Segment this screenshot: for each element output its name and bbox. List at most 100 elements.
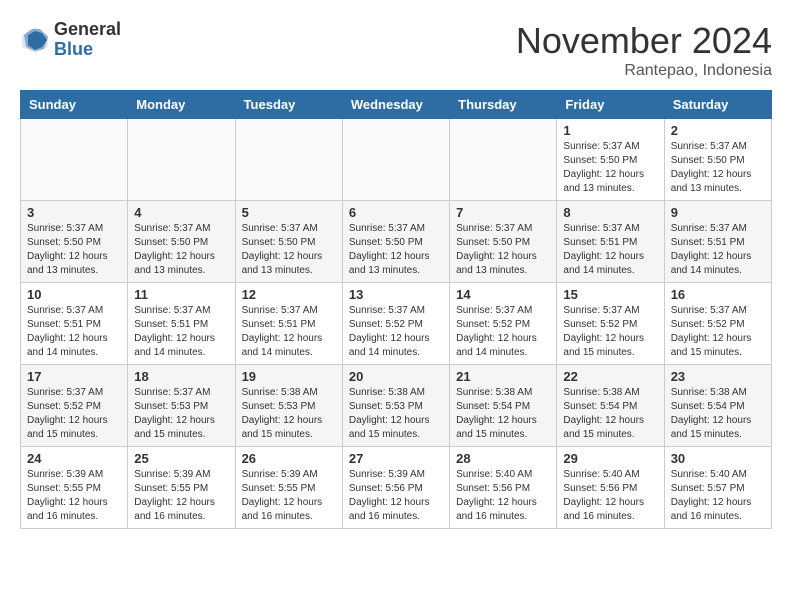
day-info: Sunrise: 5:39 AM Sunset: 5:55 PM Dayligh…	[134, 468, 228, 524]
calendar-week-row: 1 Sunrise: 5:37 AM Sunset: 5:50 PM Daylig…	[21, 119, 772, 201]
calendar-day-cell: 24 Sunrise: 5:39 AM Sunset: 5:55 PM Dayli…	[21, 447, 128, 529]
day-info: Sunrise: 5:38 AM Sunset: 5:54 PM Dayligh…	[563, 386, 657, 442]
calendar-day-cell: 23 Sunrise: 5:38 AM Sunset: 5:54 PM Dayli…	[664, 365, 771, 447]
calendar-day-cell: 9Sunrise: 5:37 AM Sunset: 5:51 PM Daylig…	[664, 201, 771, 283]
calendar-day-cell: 4 Sunrise: 5:37 AM Sunset: 5:50 PM Daylig…	[128, 201, 235, 283]
calendar-day-cell: 20 Sunrise: 5:38 AM Sunset: 5:53 PM Dayli…	[342, 365, 449, 447]
day-info: Sunrise: 5:39 AM Sunset: 5:55 PM Dayligh…	[27, 468, 121, 524]
day-number: 26	[242, 451, 336, 466]
day-info: Sunrise: 5:37 AM Sunset: 5:52 PM Dayligh…	[563, 304, 657, 360]
calendar-day-cell: 27Sunrise: 5:39 AM Sunset: 5:56 PM Dayli…	[342, 447, 449, 529]
day-number: 6	[349, 205, 443, 220]
day-number: 22	[563, 369, 657, 384]
day-info: Sunrise: 5:38 AM Sunset: 5:53 PM Dayligh…	[242, 386, 336, 442]
day-info: Sunrise: 5:37 AM Sunset: 5:51 PM Dayligh…	[27, 304, 121, 360]
day-header-wednesday: Wednesday	[342, 91, 449, 119]
calendar-day-cell: 22 Sunrise: 5:38 AM Sunset: 5:54 PM Dayli…	[557, 365, 664, 447]
title-section: November 2024 Rantepao, Indonesia	[516, 20, 772, 80]
day-number: 25	[134, 451, 228, 466]
calendar-week-row: 3 Sunrise: 5:37 AM Sunset: 5:50 PM Daylig…	[21, 201, 772, 283]
day-number: 9	[671, 205, 765, 220]
logo-general: General	[54, 20, 121, 40]
calendar-day-cell: 7 Sunrise: 5:37 AM Sunset: 5:50 PM Daylig…	[450, 201, 557, 283]
day-info: Sunrise: 5:40 AM Sunset: 5:56 PM Dayligh…	[456, 468, 550, 524]
day-number: 2	[671, 123, 765, 138]
day-number: 19	[242, 369, 336, 384]
day-header-sunday: Sunday	[21, 91, 128, 119]
month-title: November 2024	[516, 20, 772, 62]
calendar-day-cell: 11Sunrise: 5:37 AM Sunset: 5:51 PM Dayli…	[128, 283, 235, 365]
day-number: 23	[671, 369, 765, 384]
calendar-day-cell	[128, 119, 235, 201]
calendar-day-cell: 2 Sunrise: 5:37 AM Sunset: 5:50 PM Daylig…	[664, 119, 771, 201]
calendar-day-cell: 26 Sunrise: 5:39 AM Sunset: 5:55 PM Dayli…	[235, 447, 342, 529]
day-number: 21	[456, 369, 550, 384]
calendar-day-cell: 12Sunrise: 5:37 AM Sunset: 5:51 PM Dayli…	[235, 283, 342, 365]
day-info: Sunrise: 5:37 AM Sunset: 5:51 PM Dayligh…	[134, 304, 228, 360]
day-number: 3	[27, 205, 121, 220]
day-number: 28	[456, 451, 550, 466]
day-info: Sunrise: 5:37 AM Sunset: 5:52 PM Dayligh…	[456, 304, 550, 360]
calendar-week-row: 24 Sunrise: 5:39 AM Sunset: 5:55 PM Dayli…	[21, 447, 772, 529]
day-number: 1	[563, 123, 657, 138]
day-info: Sunrise: 5:37 AM Sunset: 5:52 PM Dayligh…	[349, 304, 443, 360]
calendar-day-cell: 5Sunrise: 5:37 AM Sunset: 5:50 PM Daylig…	[235, 201, 342, 283]
page-header: General Blue November 2024 Rantepao, Ind…	[20, 20, 772, 80]
day-info: Sunrise: 5:37 AM Sunset: 5:50 PM Dayligh…	[349, 222, 443, 278]
day-number: 30	[671, 451, 765, 466]
calendar-table: SundayMondayTuesdayWednesdayThursdayFrid…	[20, 90, 772, 529]
calendar-day-cell	[235, 119, 342, 201]
day-info: Sunrise: 5:37 AM Sunset: 5:50 PM Dayligh…	[134, 222, 228, 278]
calendar-week-row: 10Sunrise: 5:37 AM Sunset: 5:51 PM Dayli…	[21, 283, 772, 365]
day-number: 16	[671, 287, 765, 302]
day-number: 29	[563, 451, 657, 466]
calendar-header-row: SundayMondayTuesdayWednesdayThursdayFrid…	[21, 91, 772, 119]
calendar-day-cell: 3 Sunrise: 5:37 AM Sunset: 5:50 PM Daylig…	[21, 201, 128, 283]
day-number: 4	[134, 205, 228, 220]
day-info: Sunrise: 5:38 AM Sunset: 5:53 PM Dayligh…	[349, 386, 443, 442]
day-info: Sunrise: 5:40 AM Sunset: 5:56 PM Dayligh…	[563, 468, 657, 524]
day-number: 15	[563, 287, 657, 302]
calendar-day-cell: 25 Sunrise: 5:39 AM Sunset: 5:55 PM Dayli…	[128, 447, 235, 529]
location: Rantepao, Indonesia	[516, 62, 772, 80]
calendar-day-cell: 14 Sunrise: 5:37 AM Sunset: 5:52 PM Dayli…	[450, 283, 557, 365]
calendar-day-cell: 29 Sunrise: 5:40 AM Sunset: 5:56 PM Dayli…	[557, 447, 664, 529]
calendar-day-cell: 10Sunrise: 5:37 AM Sunset: 5:51 PM Dayli…	[21, 283, 128, 365]
calendar-day-cell: 16 Sunrise: 5:37 AM Sunset: 5:52 PM Dayli…	[664, 283, 771, 365]
day-info: Sunrise: 5:37 AM Sunset: 5:53 PM Dayligh…	[134, 386, 228, 442]
day-info: Sunrise: 5:37 AM Sunset: 5:52 PM Dayligh…	[671, 304, 765, 360]
calendar-day-cell	[342, 119, 449, 201]
calendar-day-cell: 21Sunrise: 5:38 AM Sunset: 5:54 PM Dayli…	[450, 365, 557, 447]
day-header-monday: Monday	[128, 91, 235, 119]
day-info: Sunrise: 5:37 AM Sunset: 5:50 PM Dayligh…	[27, 222, 121, 278]
calendar-day-cell: 6 Sunrise: 5:37 AM Sunset: 5:50 PM Daylig…	[342, 201, 449, 283]
day-number: 20	[349, 369, 443, 384]
day-header-thursday: Thursday	[450, 91, 557, 119]
day-info: Sunrise: 5:37 AM Sunset: 5:50 PM Dayligh…	[242, 222, 336, 278]
logo-blue: Blue	[54, 40, 121, 60]
day-info: Sunrise: 5:37 AM Sunset: 5:52 PM Dayligh…	[27, 386, 121, 442]
day-header-tuesday: Tuesday	[235, 91, 342, 119]
day-number: 7	[456, 205, 550, 220]
logo: General Blue	[20, 20, 121, 60]
day-number: 13	[349, 287, 443, 302]
calendar-day-cell: 8 Sunrise: 5:37 AM Sunset: 5:51 PM Daylig…	[557, 201, 664, 283]
day-number: 12	[242, 287, 336, 302]
day-info: Sunrise: 5:37 AM Sunset: 5:51 PM Dayligh…	[563, 222, 657, 278]
day-info: Sunrise: 5:38 AM Sunset: 5:54 PM Dayligh…	[671, 386, 765, 442]
calendar-day-cell	[21, 119, 128, 201]
calendar-day-cell: 17 Sunrise: 5:37 AM Sunset: 5:52 PM Dayli…	[21, 365, 128, 447]
day-number: 24	[27, 451, 121, 466]
day-info: Sunrise: 5:37 AM Sunset: 5:50 PM Dayligh…	[671, 140, 765, 196]
day-number: 27	[349, 451, 443, 466]
day-info: Sunrise: 5:37 AM Sunset: 5:50 PM Dayligh…	[456, 222, 550, 278]
day-number: 18	[134, 369, 228, 384]
calendar-week-row: 17 Sunrise: 5:37 AM Sunset: 5:52 PM Dayli…	[21, 365, 772, 447]
calendar-day-cell: 18 Sunrise: 5:37 AM Sunset: 5:53 PM Dayli…	[128, 365, 235, 447]
calendar-day-cell: 30Sunrise: 5:40 AM Sunset: 5:57 PM Dayli…	[664, 447, 771, 529]
day-number: 8	[563, 205, 657, 220]
day-number: 14	[456, 287, 550, 302]
calendar-day-cell	[450, 119, 557, 201]
day-number: 17	[27, 369, 121, 384]
day-info: Sunrise: 5:39 AM Sunset: 5:55 PM Dayligh…	[242, 468, 336, 524]
